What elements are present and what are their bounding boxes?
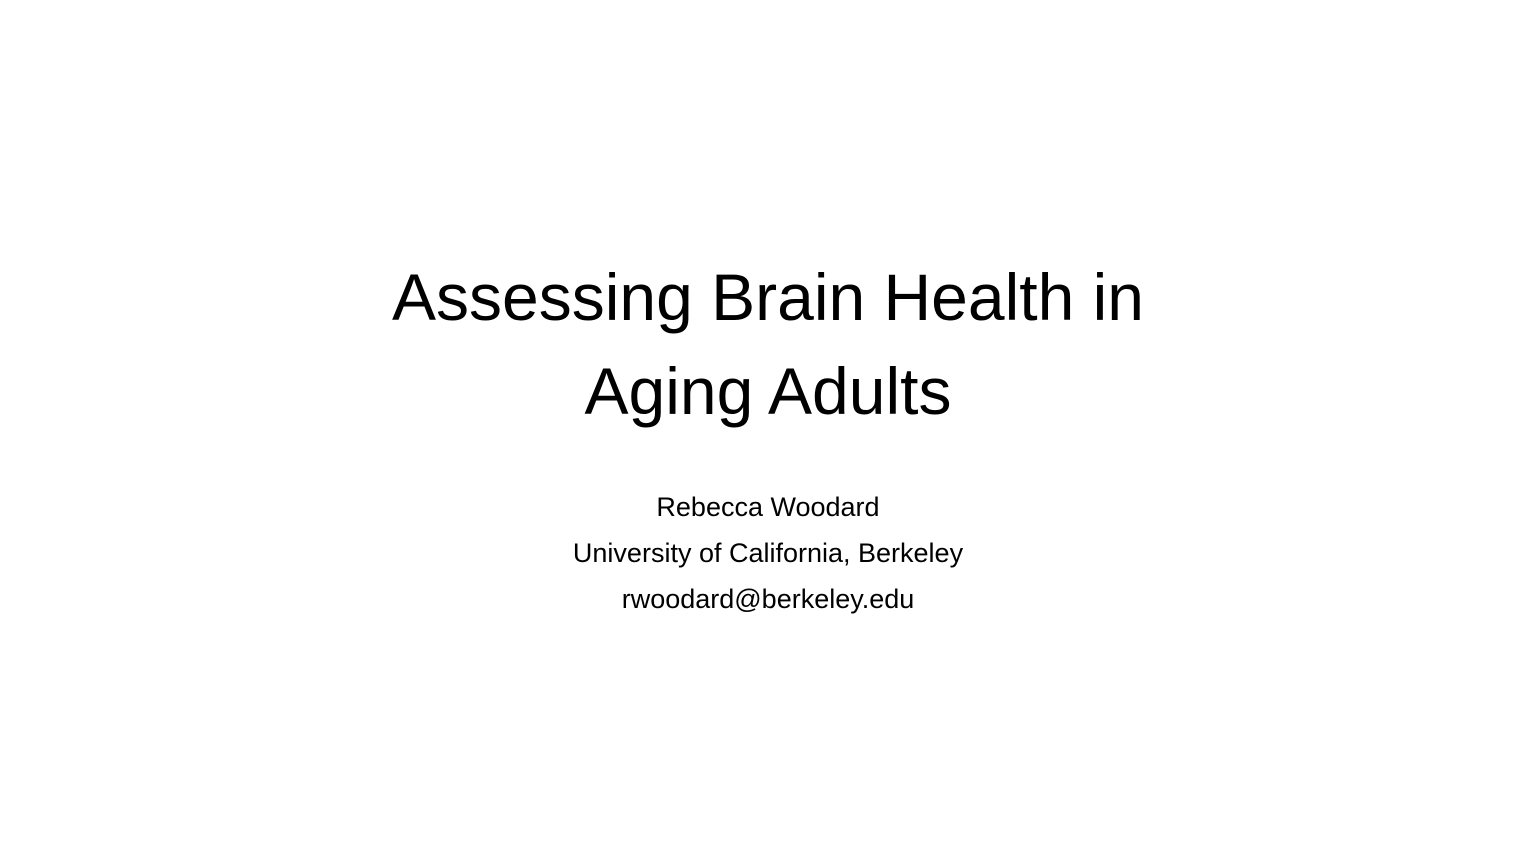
slide-title-line-2: Aging Adults xyxy=(584,354,952,428)
author-email: rwoodard@berkeley.edu xyxy=(621,584,915,614)
slide-subtitle: Rebecca Woodard University of California… xyxy=(0,484,1536,622)
title-slide: Assessing Brain Health in Aging Adults R… xyxy=(0,0,1536,864)
author-affiliation: University of California, Berkeley xyxy=(572,538,964,568)
author-name: Rebecca Woodard xyxy=(656,492,880,522)
slide-title: Assessing Brain Health in Aging Adults xyxy=(0,250,1536,438)
slide-title-line-1: Assessing Brain Health in xyxy=(391,260,1145,334)
